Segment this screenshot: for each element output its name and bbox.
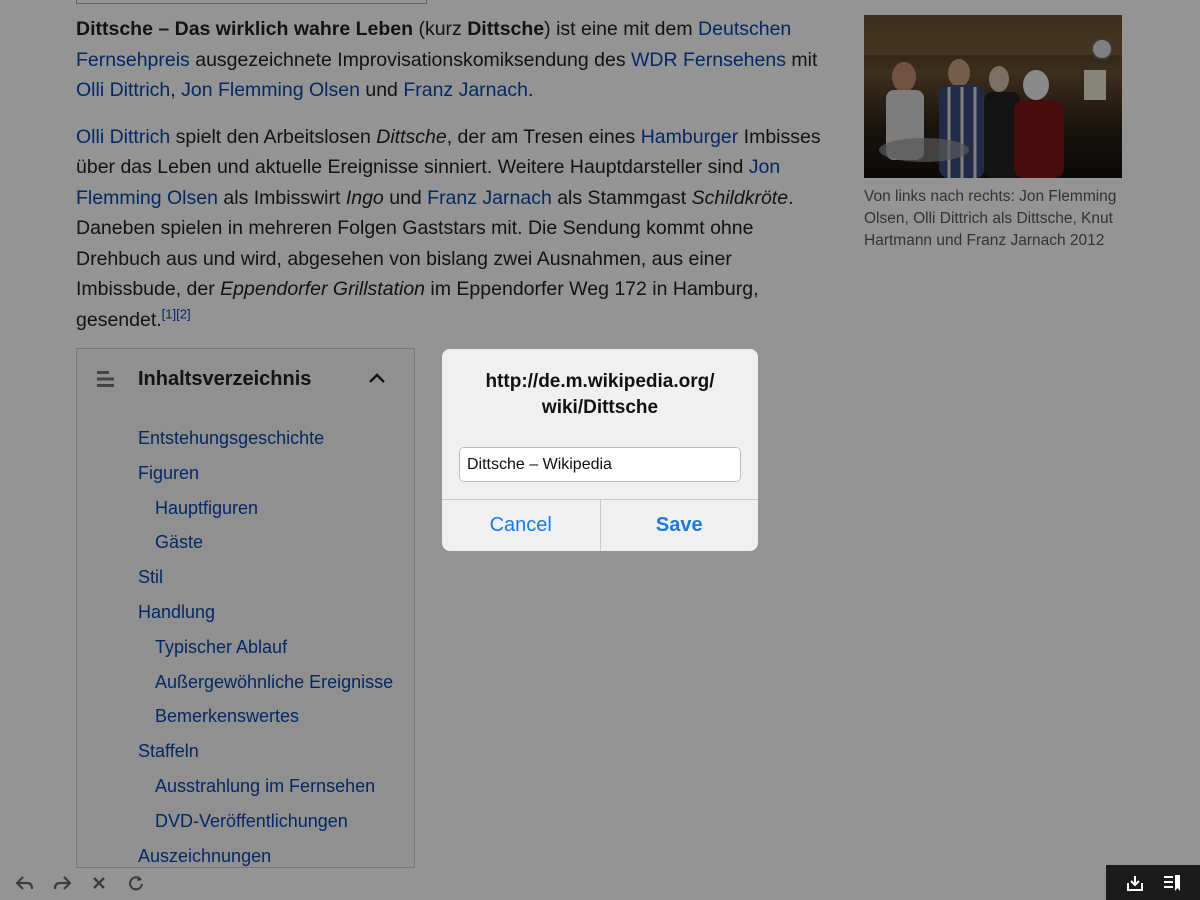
back-icon[interactable] [14, 872, 36, 894]
bookmarks-icon[interactable] [1161, 872, 1183, 894]
dialog-url-line: http://de.m.wikipedia.org/ [485, 371, 715, 392]
page-title-input[interactable] [459, 447, 741, 482]
cancel-button[interactable]: Cancel [442, 500, 600, 551]
reload-icon[interactable] [125, 872, 147, 894]
forward-icon[interactable] [51, 872, 73, 894]
save-page-dialog: http://de.m.wikipedia.org/wiki/Dittsche … [442, 349, 758, 551]
dialog-button-row: Cancel Save [442, 499, 758, 551]
dialog-url-line: wiki/Dittsche [541, 397, 659, 418]
dialog-url-title: http://de.m.wikipedia.org/wiki/Dittsche [442, 369, 758, 421]
save-button[interactable]: Save [599, 500, 759, 551]
browser-nav-toolbar [14, 872, 147, 894]
download-icon[interactable] [1124, 872, 1146, 894]
reader-toolbar [1106, 865, 1200, 900]
close-icon[interactable] [88, 872, 110, 894]
